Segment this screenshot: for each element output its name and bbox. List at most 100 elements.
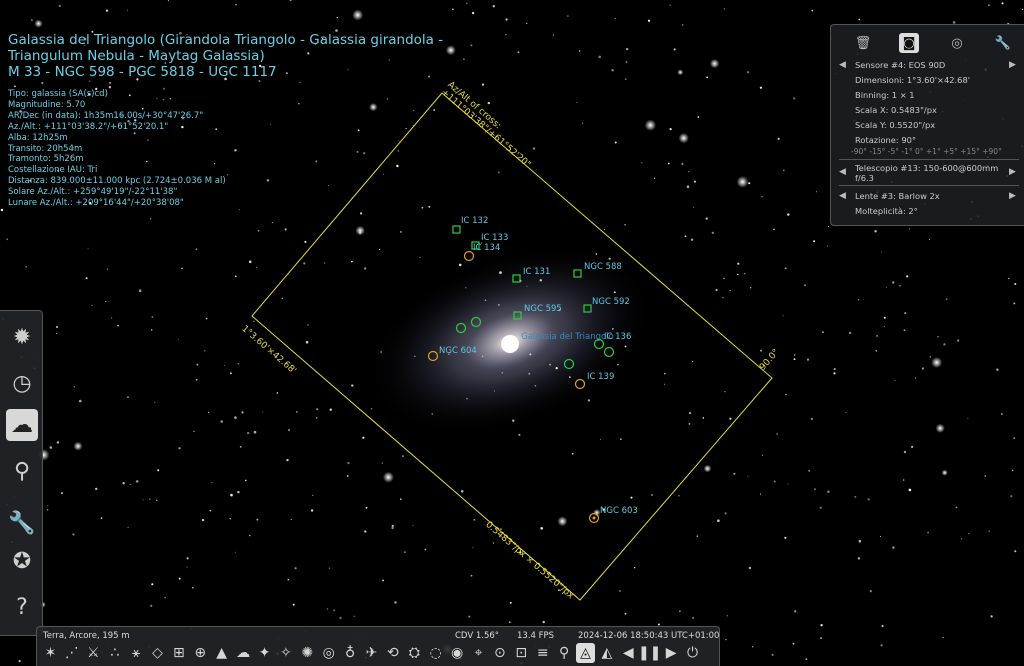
toolbar-button-8-icon[interactable]: ▲ (212, 643, 231, 663)
toolbar-button-7-icon[interactable]: ⊕ (191, 643, 210, 663)
toolbar-button-30-icon[interactable]: ⏻ (683, 643, 702, 663)
lens-multiplicity: Molteplicità: 2° (855, 206, 918, 216)
toolbar-button-16-icon[interactable]: ⟲ (383, 643, 402, 663)
dso-label-ic136[interactable]: IC 136 (604, 332, 631, 342)
camera-icon[interactable]: ◙ (899, 33, 919, 53)
toolbar-button-10-icon[interactable]: ✦ (255, 643, 274, 663)
dso-label-m33[interactable]: Galassia del Triangolo (521, 332, 614, 342)
configuration-icon[interactable]: 🔧 (6, 507, 38, 539)
star (284, 228, 287, 231)
star (785, 393, 787, 396)
next-lens-arrow[interactable]: ▶ (1009, 191, 1016, 201)
dso-label-ngc592[interactable]: NGC 592 (592, 297, 630, 307)
next-sensor-arrow[interactable]: ▶ (1009, 60, 1016, 70)
toolbar-button-12-icon[interactable]: ✺ (298, 643, 317, 663)
star (773, 228, 775, 231)
star (237, 490, 240, 494)
star (820, 637, 822, 639)
toolbar-button-6-icon[interactable]: ⊞ (169, 643, 188, 663)
dso-label-ngc603[interactable]: NGC 603 (600, 506, 638, 516)
toolbar-button-18-icon[interactable]: ◌ (426, 643, 445, 663)
star (935, 423, 945, 433)
toolbar-button-20-icon[interactable]: ⌖ (469, 643, 488, 663)
sky-view-settings-icon[interactable]: ☁ (6, 409, 38, 441)
star (355, 225, 366, 236)
toolbar-button-19-icon[interactable]: ◉ (448, 643, 467, 663)
prev-lens-arrow[interactable]: ◀ (839, 191, 846, 201)
toolbar-button-1-icon[interactable]: ⋰ (62, 643, 81, 663)
toolbar-button-29-icon[interactable]: ▶ (662, 643, 681, 663)
dso-label-ngc595[interactable]: NGC 595 (524, 304, 562, 314)
toolbar-button-9-icon[interactable]: ☁ (234, 643, 253, 663)
star (452, 8, 454, 11)
toolbar-button-23-icon[interactable]: ≡ (533, 643, 552, 663)
location-status[interactable]: Terra, Arcore, 195 m (43, 631, 130, 641)
datetime-status[interactable]: 2024-12-06 18:50:43 UTC+01:00 (578, 631, 719, 641)
dso-label-ic132[interactable]: IC 132 (461, 216, 488, 226)
toolbar-button-28-icon[interactable]: ❚❚ (638, 643, 661, 663)
toolbar-button-2-icon[interactable]: ⚔ (84, 643, 103, 663)
star (759, 86, 763, 89)
dso-label-ic133[interactable]: IC 133 (481, 233, 508, 243)
star (653, 177, 656, 179)
rotation-steps[interactable]: -90° -15° -5° -1° 0° +1° +5° +15° +90° (851, 147, 1002, 156)
star (241, 411, 244, 414)
toolbar-button-3-icon[interactable]: ∴ (105, 643, 124, 663)
toolbar-button-17-icon[interactable]: ⛭ (405, 643, 424, 663)
toolbar-button-11-icon[interactable]: ✧ (276, 643, 295, 663)
dso-label-ngc588[interactable]: NGC 588 (584, 262, 622, 272)
star (224, 365, 225, 366)
star (724, 512, 727, 515)
astrocalc-icon[interactable]: ✪ (6, 545, 38, 577)
dso-label-ic131[interactable]: IC 131 (523, 267, 550, 277)
star (611, 69, 614, 72)
toolbar-button-27-icon[interactable]: ◀ (619, 643, 638, 663)
prev-sensor-arrow[interactable]: ◀ (839, 60, 846, 70)
toolbar-button-14-icon[interactable]: ♁ (341, 643, 360, 663)
dso-label-ic134[interactable]: IC 134 (473, 243, 500, 253)
toolbar-button-0-icon[interactable]: ✶ (41, 643, 60, 663)
star (391, 526, 394, 530)
bottom-toolbar: Terra, Arcore, 195 m CDV 1.56° 13.4 FPS … (36, 626, 720, 666)
star (664, 372, 666, 375)
star (149, 218, 152, 220)
star (324, 262, 326, 264)
star (603, 228, 606, 231)
toolbar-button-13-icon[interactable]: ◎ (319, 643, 338, 663)
sky-location-icon[interactable]: ✹ (6, 321, 38, 353)
star (726, 615, 728, 617)
star (902, 479, 905, 481)
star (614, 17, 616, 20)
star (641, 162, 643, 164)
search-icon[interactable]: ⚲ (6, 455, 38, 487)
toolbar-button-4-icon[interactable]: ⚹ (127, 643, 146, 663)
star (201, 518, 205, 522)
star (400, 231, 402, 233)
prev-telescope-arrow[interactable]: ◀ (839, 167, 846, 177)
fps-status: 13.4 FPS (517, 631, 555, 641)
trash-icon[interactable]: 🗑 (853, 33, 873, 53)
help-icon[interactable]: ? (6, 591, 38, 623)
toolbar-button-24-icon[interactable]: ⚲ (555, 643, 574, 663)
star (793, 358, 796, 361)
star (908, 228, 911, 230)
dso-label-ngc604[interactable]: NGC 604 (439, 346, 477, 356)
toolbar-button-5-icon[interactable]: ◇ (148, 643, 167, 663)
star (650, 493, 654, 497)
toolbar-button-26-icon[interactable]: ◭ (597, 643, 616, 663)
dso-label-ic139[interactable]: IC 139 (587, 372, 614, 382)
star (517, 51, 520, 54)
target-icon[interactable]: ◎ (947, 33, 967, 53)
toolbar-button-21-icon[interactable]: ⊙ (490, 643, 509, 663)
toolbar-button-15-icon[interactable]: ✈ (362, 643, 381, 663)
star (1001, 413, 1003, 415)
star (984, 475, 986, 477)
clock-icon[interactable]: ◷ (6, 367, 38, 399)
star (135, 480, 139, 483)
toolbar-button-22-icon[interactable]: ⊡ (512, 643, 531, 663)
next-telescope-arrow[interactable]: ▶ (1009, 167, 1016, 177)
star (73, 386, 75, 388)
star (181, 267, 183, 270)
toolbar-button-25-icon[interactable]: ◬ (576, 643, 595, 663)
wrench-icon[interactable]: 🔧 (993, 33, 1013, 53)
